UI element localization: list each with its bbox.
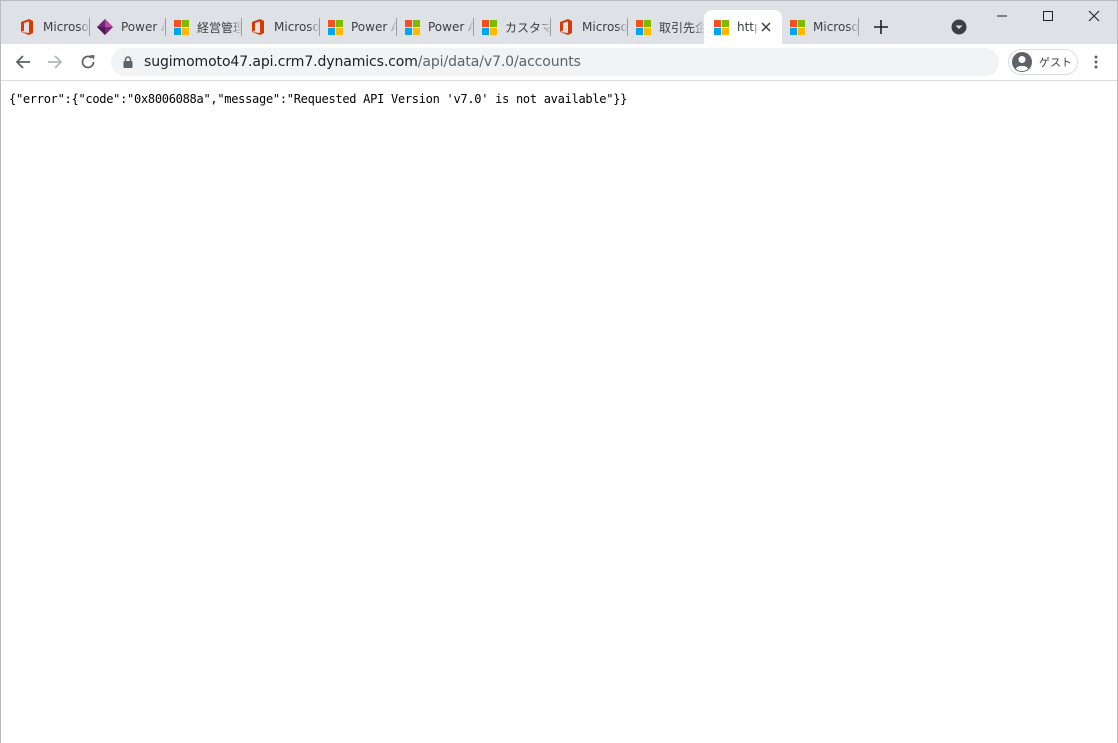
reload-icon bbox=[81, 55, 95, 69]
tab-active-api[interactable]: https:// bbox=[704, 10, 782, 44]
microsoft-logo-icon bbox=[173, 19, 189, 35]
more-vertical-icon bbox=[1094, 55, 1098, 69]
tab-strip: Microsoft Power Apps 経営管理 Microsoft bbox=[1, 1, 1117, 44]
chevron-down-circle-icon bbox=[951, 19, 967, 35]
microsoft-logo-icon bbox=[789, 19, 805, 35]
tab-microsoft-3[interactable]: Microsoft bbox=[549, 10, 628, 44]
profile-button[interactable]: ゲスト bbox=[1008, 49, 1078, 75]
microsoft-logo-icon bbox=[713, 19, 729, 35]
tab-title: Microsoft bbox=[813, 20, 859, 34]
tab-title: https:// bbox=[737, 20, 758, 34]
tab-title: 取引先企業 bbox=[659, 20, 705, 35]
microsoft-logo-icon bbox=[481, 19, 497, 35]
close-window-button[interactable] bbox=[1071, 1, 1117, 31]
tab-search-button[interactable] bbox=[947, 17, 971, 37]
maximize-button[interactable] bbox=[1025, 1, 1071, 31]
tab-title: カスタマー bbox=[505, 20, 551, 35]
profile-label: ゲスト bbox=[1039, 56, 1072, 69]
tab-power-apps-1[interactable]: Power Apps bbox=[88, 10, 166, 44]
tab-title: Power Apps bbox=[428, 20, 474, 34]
browser-menu-button[interactable] bbox=[1084, 48, 1108, 76]
browser-toolbar: sugimomoto47.api.crm7.dynamics.com/api/d… bbox=[1, 44, 1117, 81]
maximize-icon bbox=[1043, 11, 1053, 21]
microsoft-logo-icon bbox=[404, 19, 420, 35]
reload-button[interactable] bbox=[74, 48, 102, 76]
minimize-button[interactable] bbox=[979, 1, 1025, 31]
arrow-right-icon bbox=[48, 55, 63, 69]
arrow-left-icon bbox=[15, 55, 30, 69]
tab-title: Power Apps bbox=[121, 20, 166, 34]
page-content: {"error":{"code":"0x8006088a","message":… bbox=[1, 81, 1117, 743]
tab-microsoft-1[interactable]: Microsoft bbox=[10, 10, 90, 44]
office-icon bbox=[19, 19, 35, 35]
url-path: /api/data/v7.0/accounts bbox=[417, 54, 581, 70]
json-response-text: {"error":{"code":"0x8006088a","message":… bbox=[9, 92, 628, 106]
plus-icon bbox=[874, 20, 888, 34]
tab-accounts[interactable]: 取引先企業 bbox=[626, 10, 705, 44]
tab-title: 経営管理 bbox=[197, 20, 242, 35]
user-avatar-icon bbox=[1011, 51, 1033, 73]
microsoft-logo-icon bbox=[635, 19, 651, 35]
tab-microsoft-2[interactable]: Microsoft bbox=[241, 10, 320, 44]
tab-separator bbox=[858, 18, 859, 36]
url-host: sugimomoto47.api.crm7.dynamics.com bbox=[144, 54, 418, 70]
tab-customer[interactable]: カスタマー bbox=[472, 10, 551, 44]
close-tab-icon[interactable] bbox=[758, 19, 774, 35]
lock-icon[interactable] bbox=[120, 54, 136, 70]
back-button[interactable] bbox=[9, 48, 37, 76]
tab-keiei-kanri[interactable]: 経営管理 bbox=[164, 10, 242, 44]
new-tab-button[interactable] bbox=[867, 15, 895, 39]
office-icon bbox=[558, 19, 574, 35]
powerapps-icon bbox=[97, 19, 113, 35]
tab-title: Power Apps bbox=[351, 20, 397, 34]
tab-microsoft-4[interactable]: Microsoft bbox=[780, 10, 859, 44]
tab-power-apps-3[interactable]: Power Apps bbox=[395, 10, 474, 44]
address-bar[interactable]: sugimomoto47.api.crm7.dynamics.com/api/d… bbox=[111, 48, 999, 76]
tab-title: Microsoft bbox=[274, 20, 320, 34]
tab-title: Microsoft bbox=[582, 20, 628, 34]
url-text[interactable]: sugimomoto47.api.crm7.dynamics.com/api/d… bbox=[144, 54, 581, 70]
office-icon bbox=[250, 19, 266, 35]
tab-power-apps-2[interactable]: Power Apps bbox=[318, 10, 397, 44]
close-icon bbox=[1088, 10, 1100, 22]
forward-button[interactable] bbox=[41, 48, 69, 76]
browser-window: Microsoft Power Apps 経営管理 Microsoft bbox=[0, 0, 1118, 743]
minimize-icon bbox=[997, 15, 1007, 17]
microsoft-logo-icon bbox=[327, 19, 343, 35]
tab-title: Microsoft bbox=[43, 20, 90, 34]
